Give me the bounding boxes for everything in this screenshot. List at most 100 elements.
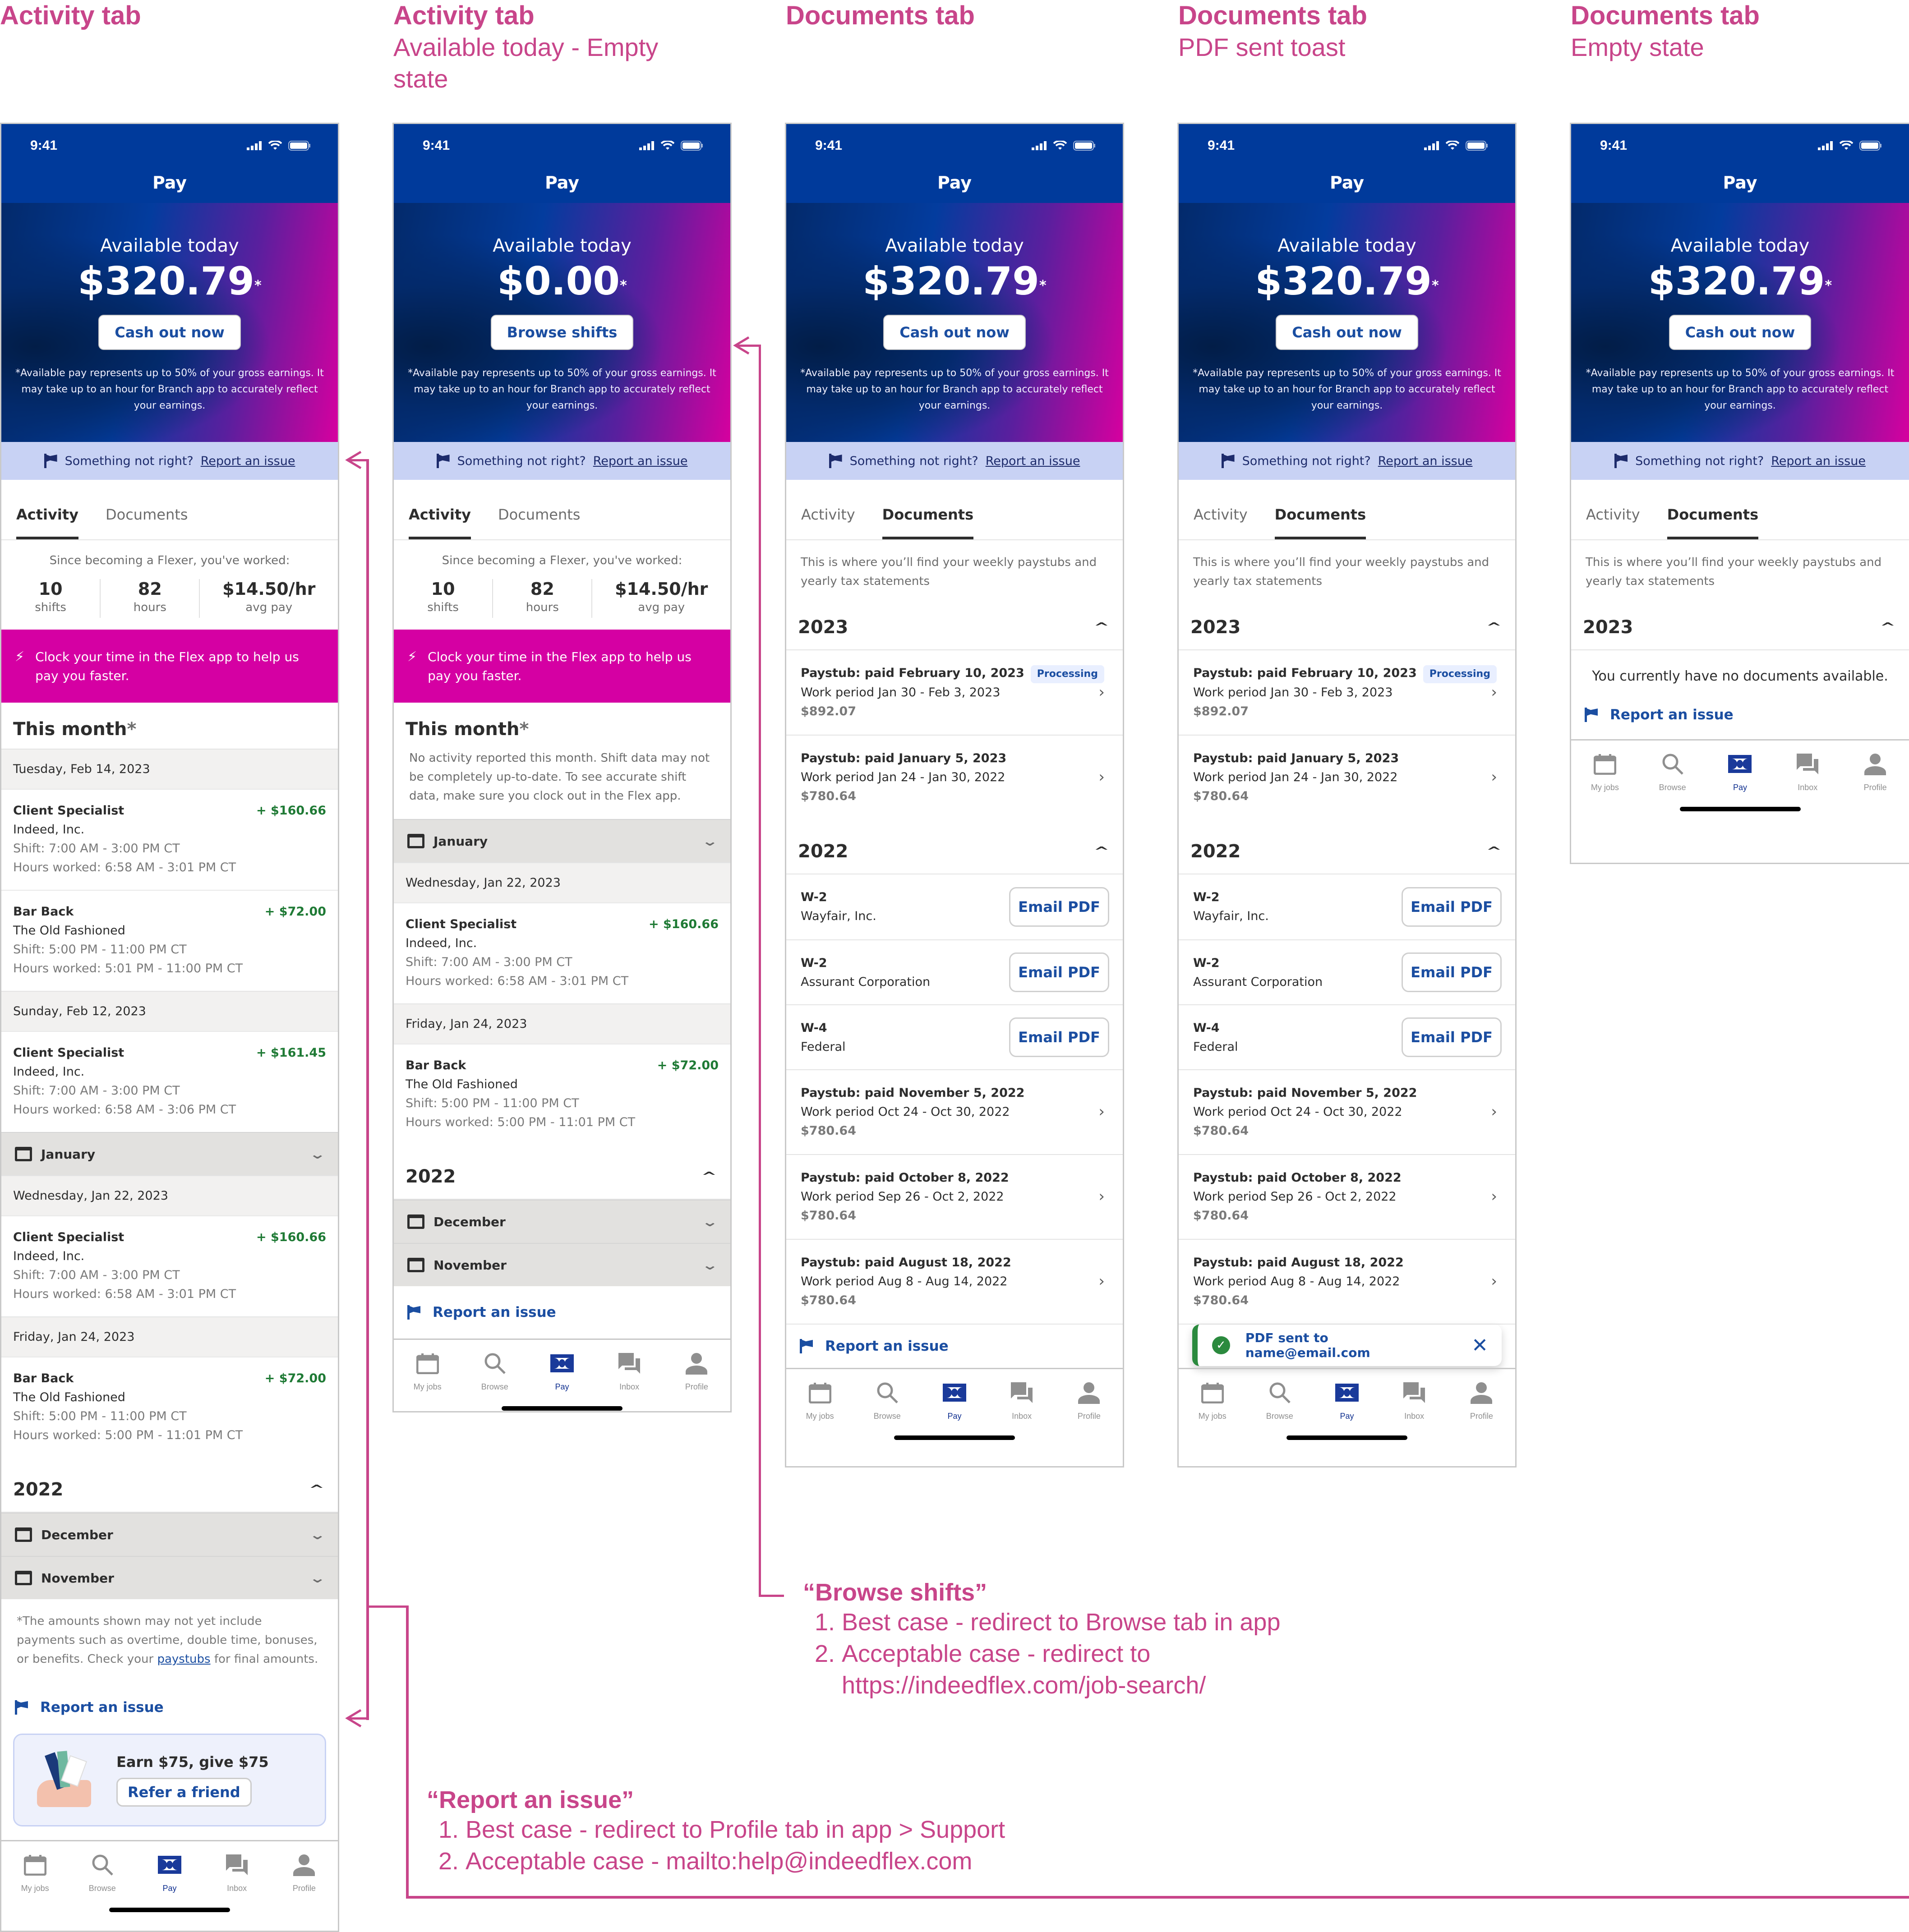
nav-my-jobs[interactable]: My jobs [791,1380,849,1421]
nav-profile[interactable]: Profile [1060,1380,1118,1421]
nav-profile[interactable]: Profile [1846,751,1904,792]
report-issue-link[interactable]: Report an issue [593,454,688,468]
month-accordion-november[interactable]: November ⌄ [394,1243,730,1286]
nav-inbox[interactable]: Inbox [1385,1380,1443,1421]
nav-profile[interactable]: Profile [275,1852,333,1893]
status-bar: 9:41 [786,124,1123,167]
home-indicator [502,1406,622,1411]
paystub-row[interactable]: Paystub: paid February 10, 2023 Processin… [1179,650,1515,735]
nav-browse[interactable]: Browse [1643,751,1702,792]
email-pdf-button[interactable]: Email PDF [1009,952,1109,992]
nav-inbox[interactable]: Inbox [208,1852,266,1893]
email-pdf-button[interactable]: Email PDF [1402,887,1502,927]
nav-my-jobs[interactable]: My jobs [1576,751,1634,792]
tab-documents[interactable]: Documents [1274,506,1366,539]
nav-pay[interactable]: Pay [140,1852,199,1893]
email-pdf-button[interactable]: Email PDF [1009,887,1109,927]
nav-inbox[interactable]: Inbox [1778,751,1837,792]
nav-inbox[interactable]: Inbox [600,1351,659,1392]
tab-documents[interactable]: Documents [498,506,580,539]
paystub-row[interactable]: Paystub: paid January 5, 2023 Work perio… [1179,735,1515,819]
nav-inbox[interactable]: Inbox [992,1380,1051,1421]
year-accordion-2022[interactable]: 2022 ^ [786,819,1123,874]
cash-out-button[interactable]: Cash out now [98,315,241,350]
month-accordion-january[interactable]: January ⌄ [394,819,730,862]
year-accordion-2023[interactable]: 2023 ^ [786,595,1123,650]
nav-my-jobs[interactable]: My jobs [398,1351,457,1392]
year-accordion-2022[interactable]: 2022 ^ [394,1145,730,1200]
tab-documents[interactable]: Documents [106,506,188,539]
pay-tabs: Activity Documents [1571,480,1909,540]
nav-pay[interactable]: Pay [1711,751,1769,792]
chevron-down-icon: ⌄ [701,833,719,849]
nav-pay[interactable]: Pay [533,1351,591,1392]
nav-profile[interactable]: Profile [1452,1380,1511,1421]
close-icon[interactable]: ✕ [1471,1334,1488,1357]
lightning-icon: ⚡︎ [15,649,25,665]
paystub-row[interactable]: Paystub: paid October 8, 2022 Work perio… [786,1154,1123,1239]
no-documents-message: You currently have no documents availabl… [1592,668,1888,684]
nav-browse[interactable]: Browse [466,1351,524,1392]
cash-out-button[interactable]: Cash out now [1276,315,1418,350]
cash-out-button[interactable]: Cash out now [883,315,1026,350]
chevron-right-icon: › [1098,1103,1105,1121]
report-issue-button[interactable]: Report an issue [394,1286,730,1339]
nav-browse[interactable]: Browse [73,1852,132,1893]
report-issue-button[interactable]: Report an issue [1,1681,338,1734]
money-icon [158,1856,181,1874]
tab-activity[interactable]: Activity [16,506,78,539]
nav-browse[interactable]: Browse [858,1380,917,1421]
browse-shifts-button[interactable]: Browse shifts [490,315,634,350]
year-accordion-2023[interactable]: 2023 ^ [1571,595,1909,650]
nav-pay[interactable]: Pay [1318,1380,1376,1421]
month-accordion-december[interactable]: December ⌄ [394,1200,730,1243]
chevron-up-icon: ^ [701,1170,717,1183]
paystub-row[interactable]: Paystub: paid November 5, 2022 Work peri… [1179,1069,1515,1154]
available-disclaimer: *Available pay represents up to 50% of y… [15,368,324,411]
cash-out-button[interactable]: Cash out now [1669,315,1812,350]
paystubs-link[interactable]: paystubs [157,1652,210,1666]
report-issue-button[interactable]: Report an issue [786,1324,1123,1368]
check-circle-icon: ✓ [1212,1336,1230,1354]
tab-activity[interactable]: Activity [1586,506,1640,539]
month-accordion-november[interactable]: November ⌄ [1,1556,338,1599]
nav-my-jobs[interactable]: My jobs [1183,1380,1242,1421]
paystub-row[interactable]: Paystub: paid February 10, 2023 Processin… [786,650,1123,735]
paystub-row[interactable]: Paystub: paid October 8, 2022 Work perio… [1179,1154,1515,1239]
refer-friend-button[interactable]: Refer a friend [116,1778,252,1807]
shift-amount: + $160.66 [256,804,326,818]
chevron-right-icon: › [1491,1103,1497,1121]
report-issue-link[interactable]: Report an issue [1378,454,1473,468]
tab-activity[interactable]: Activity [409,506,471,539]
report-issue-link[interactable]: Report an issue [986,454,1080,468]
month-accordion-january[interactable]: January ⌄ [1,1132,338,1175]
year-accordion-2022[interactable]: 2022 ^ [1179,819,1515,874]
clock-time-banner: ⚡︎ Clock your time in the Flex app to he… [394,630,730,703]
report-issue-link[interactable]: Report an issue [201,454,295,468]
paystub-row[interactable]: Paystub: paid August 18, 2022 Work perio… [1179,1239,1515,1324]
tab-documents[interactable]: Documents [882,506,974,539]
email-pdf-button[interactable]: Email PDF [1402,1017,1502,1057]
chevron-right-icon: › [1098,1187,1105,1205]
nav-profile[interactable]: Profile [667,1351,726,1392]
report-issue-button[interactable]: Report an issue [1571,698,1909,739]
tax-form-row: W-2 Assurant Corporation Email PDF [786,939,1123,1004]
year-accordion-2023[interactable]: 2023 ^ [1179,595,1515,650]
nav-my-jobs[interactable]: My jobs [6,1852,65,1893]
email-pdf-button[interactable]: Email PDF [1402,952,1502,992]
nav-pay[interactable]: Pay [925,1380,984,1421]
month-accordion-december[interactable]: December ⌄ [1,1513,338,1556]
paystub-row[interactable]: Paystub: paid August 18, 2022 Work perio… [786,1239,1123,1324]
report-issue-button[interactable]: Report an issue ✓ PDF sent to name@email… [1179,1324,1515,1368]
email-pdf-button[interactable]: Email PDF [1009,1017,1109,1057]
year-accordion-2022[interactable]: 2022 ^ [1,1458,338,1513]
tab-documents[interactable]: Documents [1667,506,1759,539]
nav-browse[interactable]: Browse [1250,1380,1309,1421]
paystub-row[interactable]: Paystub: paid November 5, 2022 Work peri… [786,1069,1123,1154]
tab-activity[interactable]: Activity [1194,506,1248,539]
report-issue-link[interactable]: Report an issue [1771,454,1866,468]
paystub-row[interactable]: Paystub: paid January 5, 2023 Work perio… [786,735,1123,819]
calendar-icon [809,1382,831,1403]
shift-item: Client Specialist Indeed, Inc. Shift: 7:… [394,902,730,1003]
tab-activity[interactable]: Activity [801,506,855,539]
